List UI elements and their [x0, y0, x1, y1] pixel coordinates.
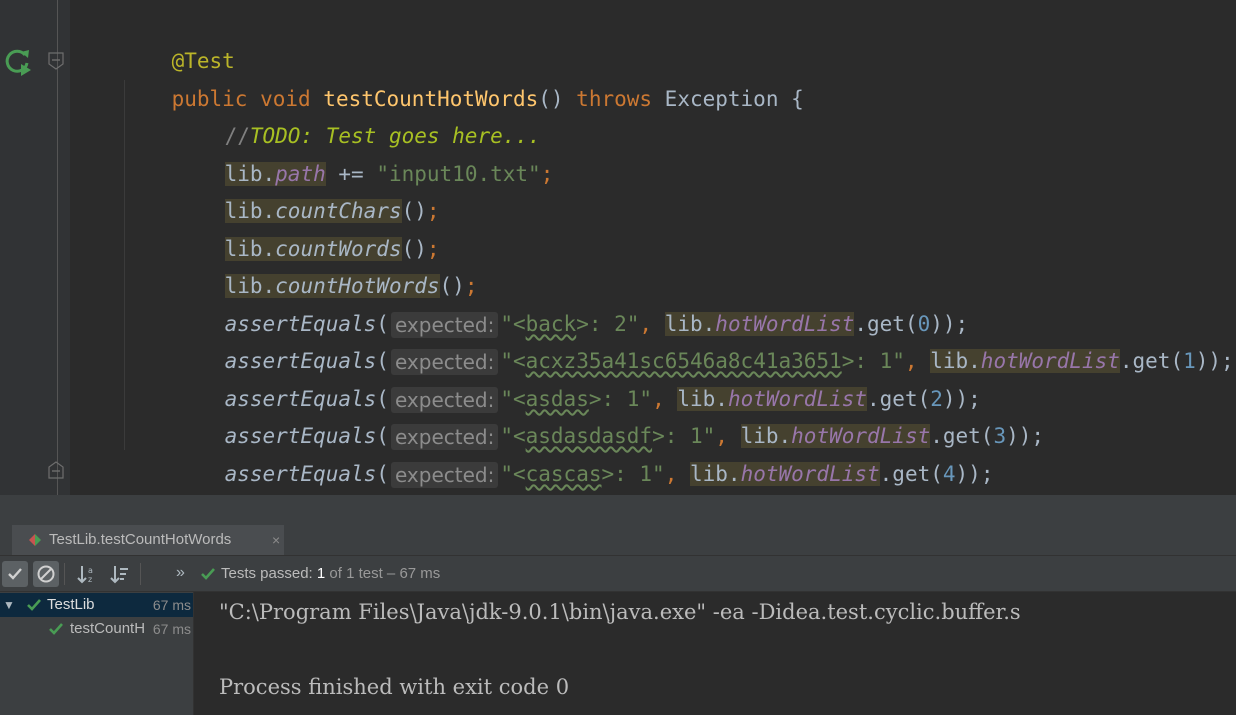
test-duration: 67 ms	[152, 597, 191, 613]
ignored-icon	[37, 565, 55, 583]
tree-item-label: TestLib	[47, 596, 95, 613]
code-line-path[interactable]: lib.path += "input10.txt";	[174, 117, 553, 186]
test-passed-icon	[201, 568, 215, 580]
test-status-text: Tests passed: 1 of 1 test – 67 ms	[221, 557, 440, 591]
assert-equals-call: assertEquals	[224, 462, 377, 486]
more-actions-chevron-icon[interactable]: »	[176, 557, 185, 589]
console-line: "C:\Program Files\Java\jdk-9.0.1\bin\jav…	[219, 600, 1021, 624]
status-detail: of 1 test – 67 ms	[325, 565, 441, 582]
test-passed-icon	[27, 599, 41, 611]
code-line-assert[interactable]: assertEquals(expected: "<asdasdasdf>: 1",…	[174, 379, 1044, 450]
list-index: 1	[1183, 349, 1196, 373]
run-tab-bar: TestLib.testCountHotWords ×	[0, 525, 1236, 556]
tree-item-label: testCountH	[70, 620, 146, 637]
sort-alphabetically-button[interactable]: a z	[74, 561, 100, 587]
toolbar-separator	[64, 563, 65, 585]
code-line-assert[interactable]: assertEquals(expected: "<cascas>: 1", lib…	[174, 417, 993, 488]
test-config-icon	[29, 534, 41, 546]
code-line-count-words[interactable]: lib.countWords();	[174, 192, 440, 261]
run-tool-window: TestLib.testCountHotWords × a z » Tests …	[0, 495, 1236, 715]
list-index: 4	[942, 462, 956, 486]
expand-arrow-icon[interactable]: ▼	[3, 593, 15, 617]
code-line-closing-brace[interactable]: }	[121, 452, 184, 490]
code-line-method-declaration[interactable]: public void testCountHotWords() throws E…	[121, 42, 804, 111]
run-test-icon[interactable]	[3, 46, 33, 76]
code-line-assert[interactable]: assertEquals(expected: "<back>: 2", lib.h…	[174, 267, 968, 338]
method-parens: ()	[538, 87, 577, 111]
code-line-assert[interactable]: assertEquals(expected: "<asdas>: 1", lib.…	[174, 342, 981, 413]
run-tab-label: TestLib.testCountHotWords	[49, 531, 232, 548]
tree-row-test-method[interactable]: testCountH 67 ms	[0, 617, 193, 641]
toolbar-separator	[140, 563, 141, 585]
tree-row-test-class[interactable]: ▼ TestLib 67 ms	[0, 593, 193, 617]
code-line-count-hot-words[interactable]: lib.countHotWords();	[174, 229, 477, 298]
exception-type: Exception {	[652, 87, 804, 111]
code-line-assert[interactable]: assertEquals(expected: "<acxz35a41sc6546a…	[174, 304, 1234, 375]
assert-word: cascas	[525, 462, 602, 486]
close-tab-icon[interactable]: ×	[272, 525, 280, 555]
hot-word-list-field: hotWordList	[740, 462, 880, 486]
code-line-todo[interactable]: //TODO: Test goes here...	[174, 79, 541, 148]
test-duration: 67 ms	[152, 621, 191, 637]
sort-duration-icon	[110, 566, 128, 584]
show-passed-button[interactable]	[2, 561, 28, 587]
passed-count: 1	[316, 565, 326, 582]
semicolon: ;	[540, 162, 554, 186]
status-prefix: Tests passed:	[221, 565, 317, 582]
show-ignored-button[interactable]	[33, 561, 59, 587]
code-line-count-chars[interactable]: lib.countChars();	[174, 154, 440, 223]
fold-collapse-icon[interactable]	[46, 51, 66, 71]
svg-text:z: z	[88, 575, 92, 584]
test-passed-icon	[49, 623, 63, 635]
run-config-tab[interactable]: TestLib.testCountHotWords ×	[12, 525, 284, 555]
throws-keyword: throws	[576, 87, 653, 111]
list-index: 3	[993, 424, 1007, 448]
parameter-hint: expected:	[390, 462, 499, 488]
code-line-annotation[interactable]: @Test	[121, 4, 235, 73]
hot-word-list-field: hotWordList	[980, 349, 1120, 373]
check-icon	[8, 568, 22, 580]
test-results-tree: ▼ TestLib 67 ms testCountH 67 ms	[0, 592, 194, 715]
fold-end-icon[interactable]	[46, 460, 66, 480]
sort-alpha-icon: a z	[77, 566, 93, 584]
svg-text:a: a	[88, 566, 93, 575]
test-runner-toolbar: a z » Tests passed: 1 of 1 test – 67 ms	[0, 557, 1236, 592]
console-output[interactable]: "C:\Program Files\Java\jdk-9.0.1\bin\jav…	[194, 592, 1236, 715]
gutter-divider	[57, 0, 58, 495]
code-editor[interactable]: @Test public void testCountHotWords() th…	[0, 0, 1236, 495]
sort-by-duration-button[interactable]	[107, 561, 133, 587]
console-line: Process finished with exit code 0	[219, 675, 570, 699]
